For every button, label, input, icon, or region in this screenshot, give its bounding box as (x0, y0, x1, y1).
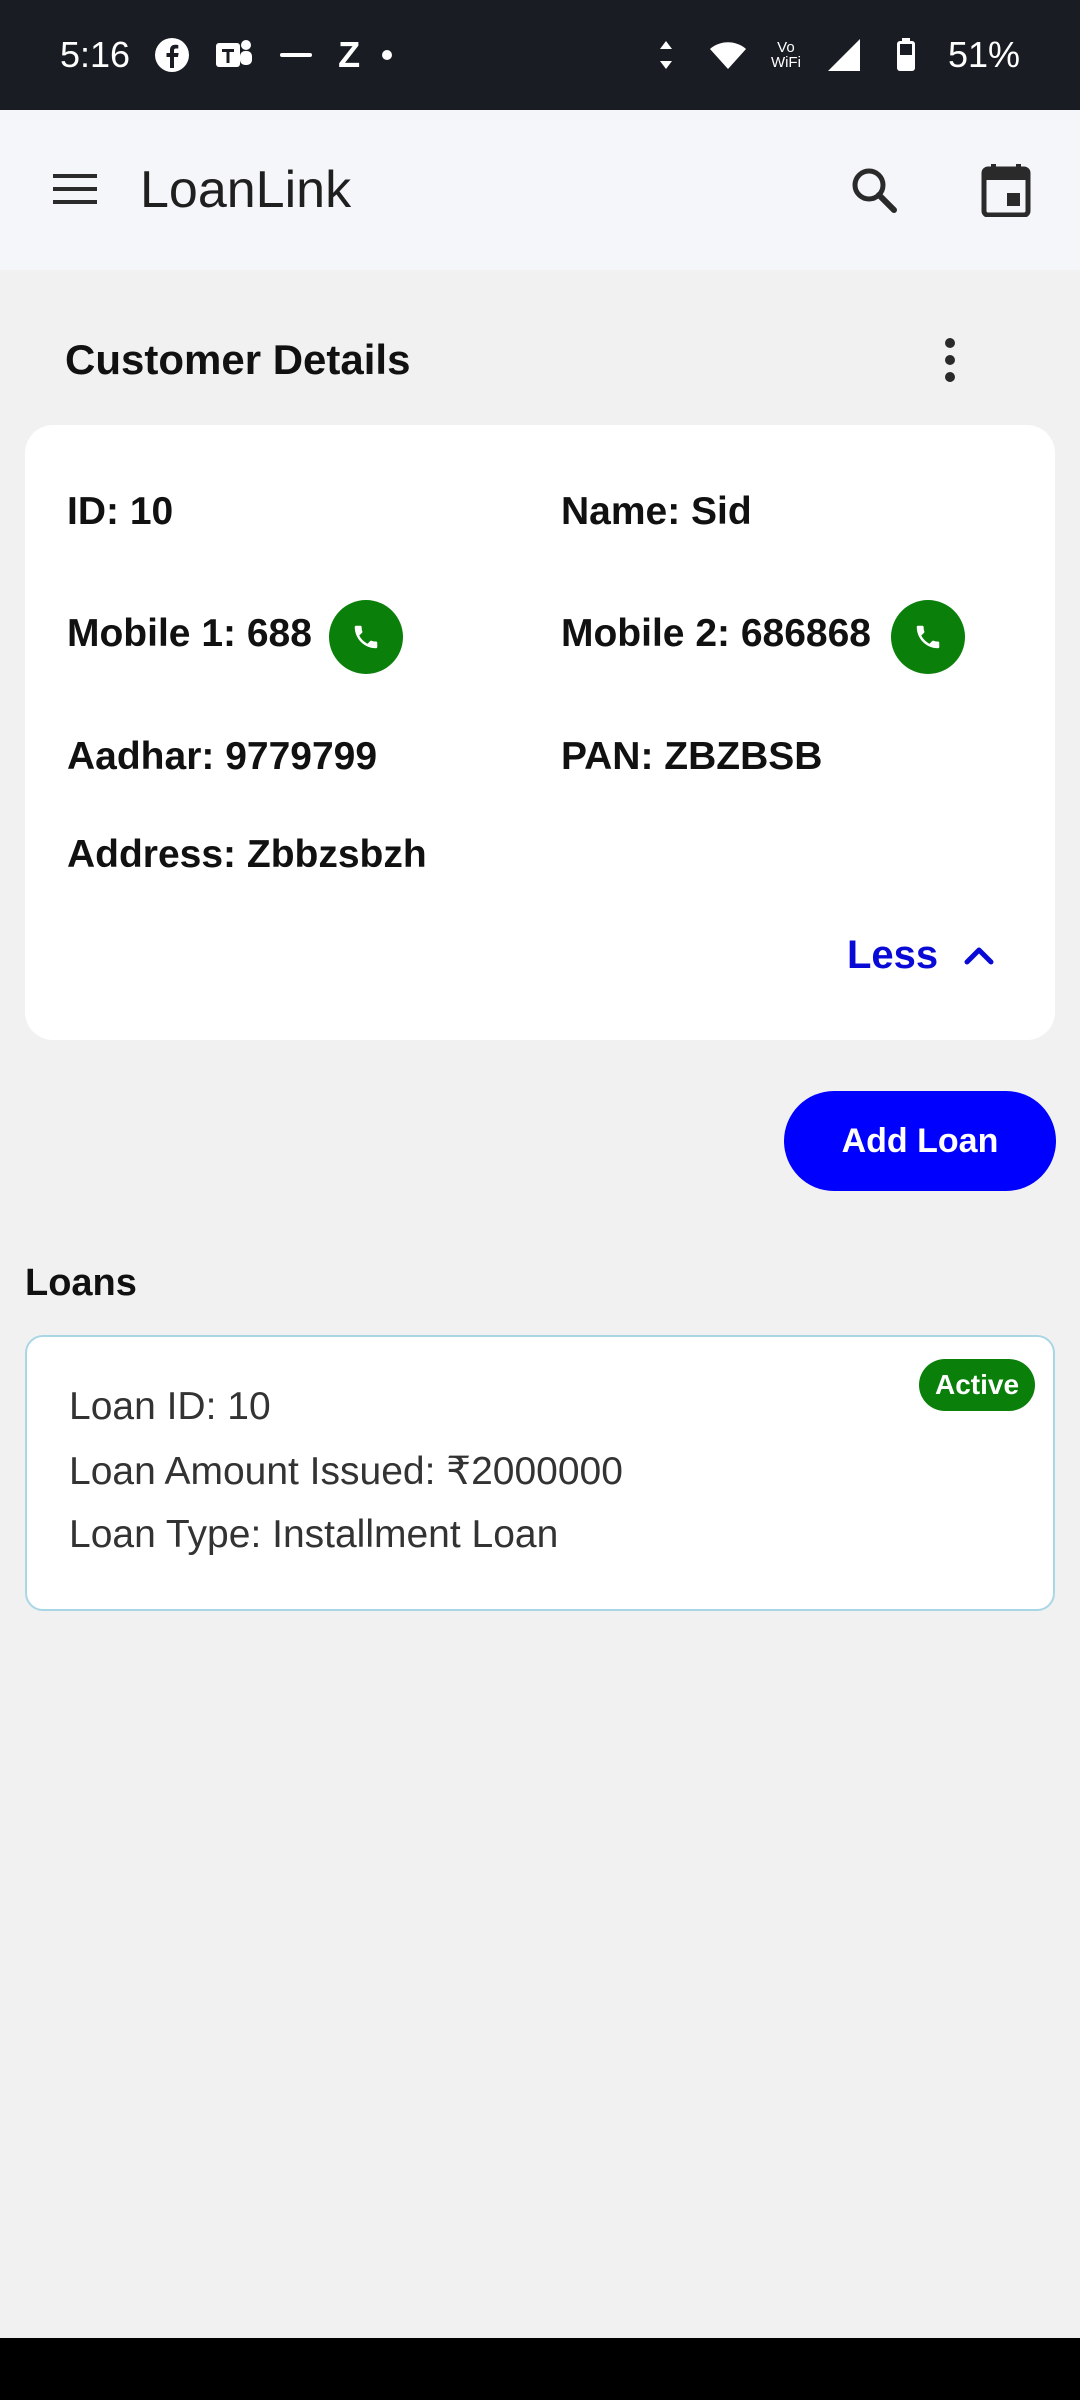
battery-icon (886, 35, 926, 75)
loan-card[interactable]: Loan ID: 10 Loan Amount Issued: ₹2000000… (25, 1335, 1055, 1611)
rapido-icon (276, 35, 316, 75)
vowifi-label: Vo WiFi (770, 39, 801, 71)
facebook-icon (152, 35, 192, 75)
less-toggle-button[interactable]: Less (847, 925, 994, 985)
chevron-up-icon (964, 947, 994, 965)
loan-type: Loan Type: Installment Loan (69, 1513, 559, 1556)
status-bar-right: Vo WiFi 51% (646, 34, 1020, 76)
app-bar: LoanLink (0, 110, 1080, 270)
notification-dot-icon (382, 50, 393, 60)
app-title: LoanLink (140, 161, 352, 219)
calendar-icon (981, 164, 1031, 217)
customer-details-title: Customer Details (65, 336, 411, 383)
status-bar-left: 5:16 Z (60, 34, 393, 76)
system-nav-bar (0, 2338, 1080, 2400)
customer-name: Name: Sid (561, 490, 752, 533)
customer-pan: PAN: ZBZBSB (561, 735, 823, 778)
search-icon (852, 168, 897, 213)
loan-amount: Loan Amount Issued: ₹2000000 (69, 1450, 623, 1493)
call-mobile2-button[interactable] (891, 600, 965, 674)
z-app-icon: Z (338, 34, 361, 75)
less-label: Less (847, 932, 939, 977)
status-bar: 5:16 Z Vo WiFi 51% (0, 0, 1080, 110)
add-loan-button[interactable]: Add Loan (784, 1091, 1056, 1191)
more-options-button[interactable] (920, 330, 980, 390)
call-mobile1-button[interactable] (329, 600, 403, 674)
loans-heading: Loans (25, 1262, 137, 1304)
search-button[interactable] (842, 158, 906, 222)
customer-id: ID: 10 (67, 490, 174, 533)
wifi-icon (708, 35, 748, 75)
signal-icon (824, 35, 864, 75)
more-vert-icon (945, 338, 955, 382)
battery-percent: 51% (947, 34, 1020, 75)
customer-address: Address: Zbbzsbzh (67, 833, 427, 876)
screen: 5:16 Z Vo WiFi 51% LoanLink Customer Det… (0, 0, 1080, 2400)
customer-details-card: ID: 10 Name: Sid Mobile 1: 688 Mobile 2:… (25, 425, 1055, 1040)
customer-mobile1: Mobile 1: 688 (67, 612, 312, 655)
menu-button[interactable] (44, 158, 106, 220)
hamburger-menu-icon (53, 174, 97, 204)
loan-id: Loan ID: 10 (69, 1385, 271, 1428)
calendar-button[interactable] (972, 156, 1040, 224)
customer-mobile2: Mobile 2: 686868 (561, 612, 871, 655)
phone-icon (354, 625, 378, 649)
data-arrows-icon (646, 35, 686, 75)
customer-aadhar: Aadhar: 9779799 (67, 735, 378, 778)
teams-icon (214, 35, 254, 75)
phone-icon (916, 625, 940, 649)
loan-status-badge: Active (919, 1359, 1036, 1411)
status-time: 5:16 (60, 34, 131, 75)
